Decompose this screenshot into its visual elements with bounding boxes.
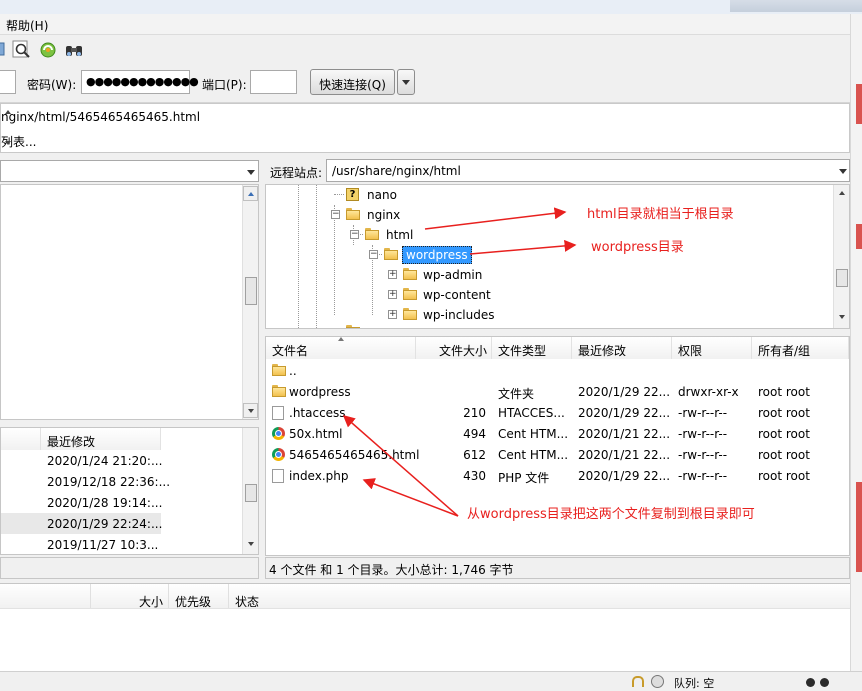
annotation-arrow: [342, 415, 459, 517]
annotation-wordpress-dir: wordpress目录: [591, 240, 684, 255]
annotation-arrow: [424, 207, 567, 230]
annotation-overlay: [342, 207, 577, 517]
annotation-html-root: html目录就相当于根目录: [587, 207, 734, 222]
annotation-arrow: [362, 478, 459, 517]
annotation-arrow: [469, 239, 577, 255]
annotation-copy-hint: 从wordpress目录把这两个文件复制到根目录即可: [467, 507, 755, 522]
